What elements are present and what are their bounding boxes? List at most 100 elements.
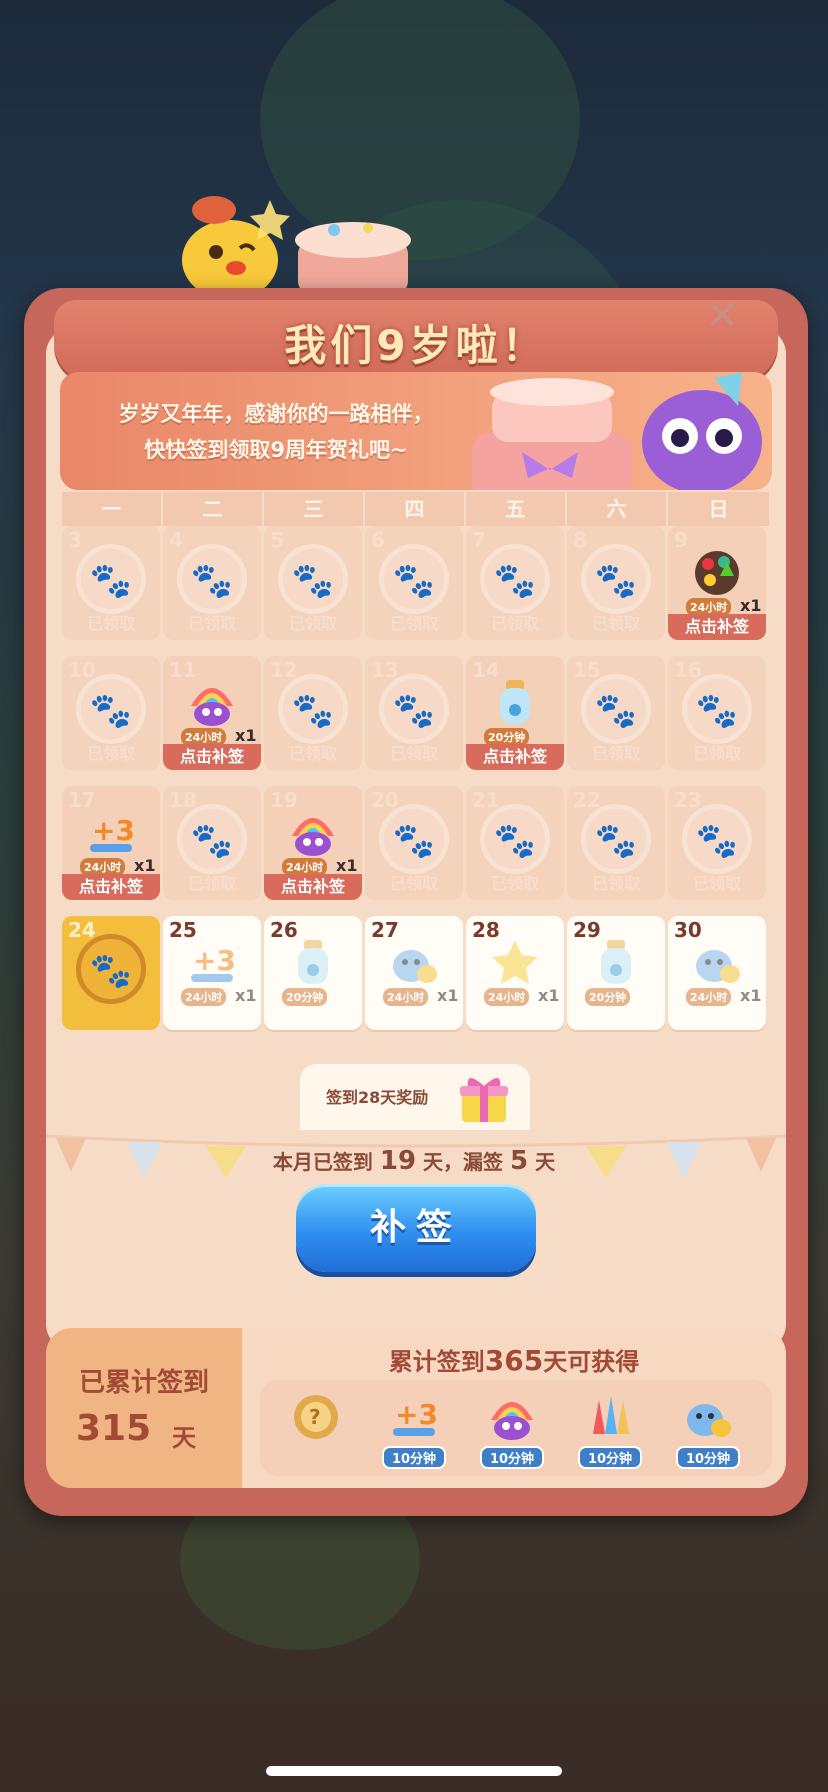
- paw-stamp-icon: 🐾: [177, 544, 247, 614]
- close-icon: ✕: [705, 293, 739, 339]
- svg-text:+3: +3: [193, 944, 236, 977]
- weekday-sun: 日: [668, 492, 769, 526]
- day-cell-8: 8 🐾 已领取: [567, 526, 665, 640]
- day-cell-3: 3 🐾 已领取: [62, 526, 160, 640]
- svg-text:+3: +3: [92, 814, 135, 847]
- paw-stamp-icon: 🐾: [379, 544, 449, 614]
- reward-count: x1: [538, 986, 560, 1005]
- day-cell-13: 13 🐾 已领取: [365, 656, 463, 770]
- paw-stamp-icon: 🐾: [682, 674, 752, 744]
- day-cell-24[interactable]: 24 🐾: [62, 916, 160, 1030]
- blue-chick-icon: [681, 1390, 735, 1448]
- weekday-fri: 五: [466, 492, 567, 526]
- close-button[interactable]: ✕: [700, 294, 744, 338]
- paw-icon: 🐾: [493, 561, 537, 601]
- day-cell-17[interactable]: 17 +3 24小时 x1 点击补签: [62, 786, 160, 900]
- paw-icon: 🐾: [594, 821, 638, 861]
- claimed-label: 已领取: [86, 744, 135, 763]
- intro-banner: 岁岁又年年，感谢你的一路相伴， 快快签到领取9周年贺礼吧~: [60, 372, 772, 490]
- cumulative-title-suffix: 天可获得: [543, 1348, 640, 1376]
- day-cell-20: 20 🐾 已领取: [365, 786, 463, 900]
- cake-icon: [295, 222, 411, 295]
- paw-stamp-icon: 🐾: [581, 804, 651, 874]
- day-cell-28: 28 24小时 x1: [466, 916, 564, 1030]
- blue-chick-icon: [690, 936, 744, 994]
- paw-stamp-icon: 🐾: [480, 804, 550, 874]
- claimed-label: 已领取: [187, 614, 236, 633]
- claimed-label: 已领取: [187, 874, 236, 893]
- day-number: 9: [674, 528, 688, 552]
- missed-days: 5: [510, 1146, 529, 1176]
- cumulative-title: 累计签到365天可获得: [242, 1342, 786, 1377]
- makeup-day-button[interactable]: 点击补签: [668, 614, 766, 640]
- cumulative-reward-item[interactable]: 10分钟: [472, 1390, 552, 1470]
- claimed-label: 已领取: [490, 874, 539, 893]
- reward-count: x1: [740, 596, 762, 615]
- milestone-reward[interactable]: 签到28天奖励: [300, 1064, 530, 1130]
- claimed-label: 已领取: [692, 744, 741, 763]
- reward-duration: 10分钟: [382, 1446, 446, 1469]
- makeup-day-button[interactable]: 点击补签: [62, 874, 160, 900]
- plus-three-icon: +3: [84, 806, 138, 864]
- reward-duration: 24小时: [484, 988, 530, 1006]
- paw-stamp-icon: 🐾: [278, 544, 348, 614]
- milestone-label: 签到28天奖励: [326, 1088, 429, 1107]
- month-stats-mid: 天，漏签: [423, 1150, 504, 1174]
- weekday-header: 一 二 三 四 五 六 日: [62, 492, 770, 526]
- makeup-day-button[interactable]: 点击补签: [264, 874, 362, 900]
- reward-count: x1: [235, 986, 257, 1005]
- cumulative-title-days: 365: [484, 1344, 544, 1377]
- paw-stamp-icon: 🐾: [581, 674, 651, 744]
- star-icon: [488, 936, 542, 994]
- color-bomb-icon: [690, 546, 744, 604]
- svg-text:?: ?: [309, 1405, 321, 1429]
- intro-line-1: 岁岁又年年，感谢你的一路相伴，: [118, 402, 434, 426]
- day-cell-23: 23 🐾 已领取: [668, 786, 766, 900]
- day-cell-19[interactable]: 19 24小时 x1 点击补签: [264, 786, 362, 900]
- day-cell-11[interactable]: 11 24小时 x1 点击补签: [163, 656, 261, 770]
- paw-icon: 🐾: [392, 821, 436, 861]
- claimed-label: 已领取: [389, 874, 438, 893]
- cumulative-reward-item[interactable]: +3 10分钟: [374, 1390, 454, 1470]
- claimed-label: 已领取: [288, 744, 337, 763]
- paw-icon: 🐾: [594, 691, 638, 731]
- makeup-day-button[interactable]: 点击补签: [466, 744, 564, 770]
- makeup-day-button[interactable]: 点击补签: [163, 744, 261, 770]
- bottle-icon: [488, 676, 542, 734]
- day-number: 6: [371, 528, 385, 552]
- day-number: 4: [169, 528, 183, 552]
- day-number: 8: [573, 528, 587, 552]
- day-cell-10: 10 🐾 已领取: [62, 656, 160, 770]
- rockets-icon: [583, 1390, 637, 1448]
- month-stats-suffix: 天: [535, 1150, 556, 1174]
- reward-count: x1: [235, 726, 257, 745]
- paw-icon: 🐾: [190, 821, 234, 861]
- bottle-icon: [589, 936, 643, 994]
- day-cell-5: 5 🐾 已领取: [264, 526, 362, 640]
- day-cell-14[interactable]: 14 20分钟 点击补签: [466, 656, 564, 770]
- paw-stamp-icon: 🐾: [682, 804, 752, 874]
- day-number: 3: [68, 528, 82, 552]
- day-cell-12: 12 🐾 已领取: [264, 656, 362, 770]
- claimed-label: 已领取: [389, 744, 438, 763]
- reward-duration: 24小时: [686, 988, 732, 1006]
- home-indicator[interactable]: [266, 1766, 562, 1776]
- cumulative-reward-item[interactable]: 10分钟: [668, 1390, 748, 1470]
- day-cell-25: 25 +3 24小时 x1: [163, 916, 261, 1030]
- makeup-signin-button[interactable]: 补签: [296, 1184, 536, 1272]
- cumulative-reward-item[interactable]: ?: [276, 1390, 356, 1470]
- plus-three-icon: +3: [387, 1390, 441, 1448]
- paw-icon: 🐾: [190, 561, 234, 601]
- cumulative-unit: 天: [172, 1424, 196, 1452]
- intro-line-2: 快快签到领取9周年贺礼吧~: [144, 438, 408, 462]
- day-cell-9[interactable]: 9 24小时 x1 点击补签: [668, 526, 766, 640]
- signed-days: 19: [379, 1146, 417, 1176]
- reward-duration: 10分钟: [676, 1446, 740, 1469]
- cumulative-reward-item[interactable]: 10分钟: [570, 1390, 650, 1470]
- day-cell-16: 16 🐾 已领取: [668, 656, 766, 770]
- paw-stamp-icon: 🐾: [278, 674, 348, 744]
- reward-count: x1: [336, 856, 358, 875]
- day-number: 5: [270, 528, 284, 552]
- paw-icon: 🐾: [89, 691, 133, 731]
- cumulative-value: 315: [76, 1408, 152, 1449]
